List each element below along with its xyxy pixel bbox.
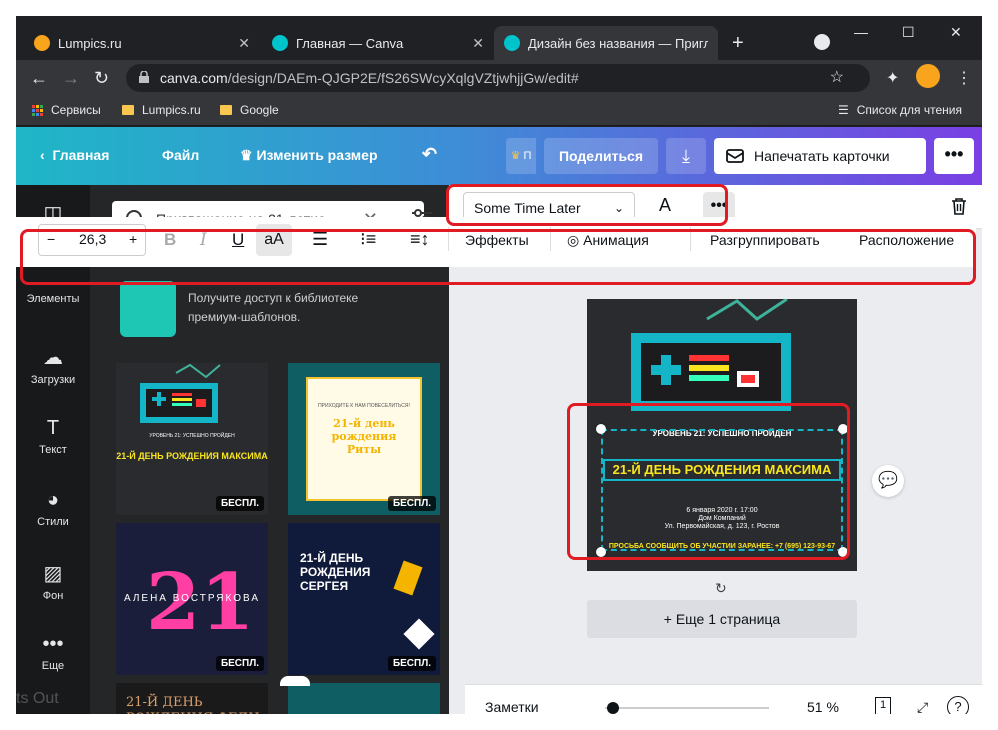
trash-icon[interactable] — [951, 197, 967, 215]
rail-text[interactable]: T Текст — [16, 417, 90, 456]
canva-header: ‹ Главная Файл ♛ Изменить размер ↶ ♛ П П… — [16, 127, 982, 185]
close-window-button[interactable]: ✕ — [950, 24, 962, 41]
undo-icon[interactable]: ↶ — [422, 144, 437, 165]
lock-icon — [139, 71, 149, 83]
highlight-box-font-toolbar — [446, 184, 728, 226]
tab-bar: Lumpics.ru ✕ Главная — Canva ✕ Дизайн бе… — [16, 16, 982, 60]
folder-icon — [122, 105, 134, 115]
tab-lumpics[interactable]: Lumpics.ru ✕ — [24, 26, 260, 60]
menu-icon[interactable]: ⋮ — [956, 68, 972, 88]
bookmarks-bar: Сервисы Lumpics.ru Google ☰ Список для ч… — [16, 96, 982, 126]
reading-list[interactable]: ☰ Список для чтения — [838, 103, 962, 117]
apps-icon — [32, 104, 43, 116]
background-icon: ▨ — [43, 563, 63, 585]
address-bar: ← → ↻ canva.com/design/DAEm-QJGP2E/fS26S… — [16, 60, 982, 96]
zoom-slider[interactable] — [605, 707, 769, 709]
back-icon[interactable]: ← — [30, 68, 48, 89]
fullscreen-icon[interactable]: ⤢ — [917, 699, 928, 714]
folder-icon — [220, 105, 232, 115]
more-options-button[interactable]: ••• — [934, 138, 974, 174]
envelope-icon — [726, 149, 744, 163]
free-badge: БЕСПЛ. — [387, 496, 436, 511]
free-badge: БЕСПЛ. — [215, 656, 264, 671]
highlight-box-selected-text — [567, 403, 850, 560]
reading-list-icon: ☰ — [838, 103, 849, 117]
free-badge: БЕСПЛ. — [387, 656, 436, 671]
new-tab-button[interactable]: + — [732, 32, 744, 55]
maximize-button[interactable]: ☐ — [902, 24, 915, 41]
text-icon: T — [46, 417, 60, 439]
rail-elements[interactable]: Элементы — [16, 293, 90, 305]
rail-background[interactable]: ▨ Фон — [16, 561, 90, 602]
rail-styles[interactable]: ◕ Стили — [16, 489, 90, 528]
bookmark-apps[interactable]: Сервисы — [32, 103, 101, 117]
bookmark-google[interactable]: Google — [220, 103, 279, 117]
canva-favicon — [504, 35, 520, 51]
zoom-slider-knob[interactable] — [607, 702, 619, 714]
tab-design[interactable]: Дизайн без названия — Пригл — [494, 26, 718, 60]
crown-icon: ♛ — [240, 147, 253, 163]
print-button[interactable]: Напечатать карточки — [714, 138, 926, 174]
gamepad-icon — [140, 363, 221, 423]
zoom-value[interactable]: 51 % — [807, 699, 839, 714]
download-icon[interactable]: ⤓ — [666, 138, 706, 174]
page-count-button[interactable]: 1 — [875, 697, 891, 714]
upload-icon: ☁ — [43, 347, 63, 369]
file-menu[interactable]: Файл — [162, 147, 199, 163]
close-icon[interactable]: ✕ — [238, 35, 250, 52]
home-link[interactable]: ‹ Главная — [40, 147, 109, 163]
tab-search-icon[interactable] — [814, 34, 830, 50]
lumpics-favicon — [34, 35, 50, 51]
premium-chip[interactable]: ♛ П — [506, 138, 536, 174]
reload-icon[interactable]: ↻ — [94, 68, 109, 89]
rotate-icon[interactable]: ↻ — [715, 580, 727, 597]
chevron-left-icon: ‹ — [40, 147, 45, 163]
browser-window: Lumpics.ru ✕ Главная — Canva ✕ Дизайн бе… — [16, 16, 982, 714]
bookmark-star-icon[interactable]: ☆ — [830, 64, 844, 92]
share-button[interactable]: Поделиться — [544, 138, 658, 174]
template-card[interactable] — [288, 683, 440, 714]
notes-button[interactable]: Заметки — [485, 699, 539, 714]
template-card[interactable]: 21-Й ДЕНЬ РОЖДЕНИЯ СЕРГЕЯ БЕСПЛ. — [288, 523, 440, 675]
template-card[interactable]: ПРИХОДИТЕ К НАМ ПОВЕСЕЛИТЬСЯ! 21-й день … — [288, 363, 440, 515]
add-page-button[interactable]: + Еще 1 страница — [587, 600, 857, 638]
comment-icon[interactable]: 💬 — [872, 465, 904, 497]
tab-canva-home[interactable]: Главная — Canva ✕ — [262, 26, 494, 60]
template-card[interactable]: 21-Й ДЕНЬ РОЖДЕНИЯ ФЕДИ — [116, 683, 268, 714]
help-button[interactable]: ? — [947, 696, 969, 714]
template-card[interactable]: УРОВЕНЬ 21: УСПЕШНО ПРОЙДЕН 21-Й ДЕНЬ РО… — [116, 363, 268, 515]
rail-more[interactable]: ••• Еще — [16, 633, 90, 672]
template-card[interactable]: 21 АЛЕНА ВОСТРЯКОВА БЕСПЛ. — [116, 523, 268, 675]
palette-icon: ◕ — [46, 489, 60, 511]
resize-button[interactable]: ♛ Изменить размер — [240, 147, 378, 164]
minimize-button[interactable]: — — [854, 24, 868, 40]
watermark: ts Out — [16, 690, 59, 707]
highlight-box-text-toolbar — [20, 229, 976, 285]
bottom-bar: Заметки 51 % 1 ⤢ ? — [465, 684, 982, 714]
forward-icon[interactable]: → — [62, 68, 80, 89]
url-field[interactable]: canva.com/design/DAEm-QJGP2E/fS26SWcyXql… — [126, 64, 870, 92]
profile-avatar[interactable] — [916, 64, 940, 88]
bookmark-lumpics[interactable]: Lumpics.ru — [122, 103, 201, 117]
extensions-icon[interactable]: ✦ — [886, 68, 899, 88]
notes-expand-tab[interactable] — [280, 676, 310, 686]
premium-promo-icon — [120, 281, 176, 337]
free-badge: БЕСПЛ. — [215, 496, 264, 511]
premium-promo-text[interactable]: Получите доступ к библиотеке премиум-шаб… — [188, 289, 408, 327]
close-icon[interactable]: ✕ — [472, 35, 484, 52]
more-dots-icon: ••• — [42, 633, 64, 655]
rail-uploads[interactable]: ☁ Загрузки — [16, 345, 90, 386]
canva-favicon — [272, 35, 288, 51]
